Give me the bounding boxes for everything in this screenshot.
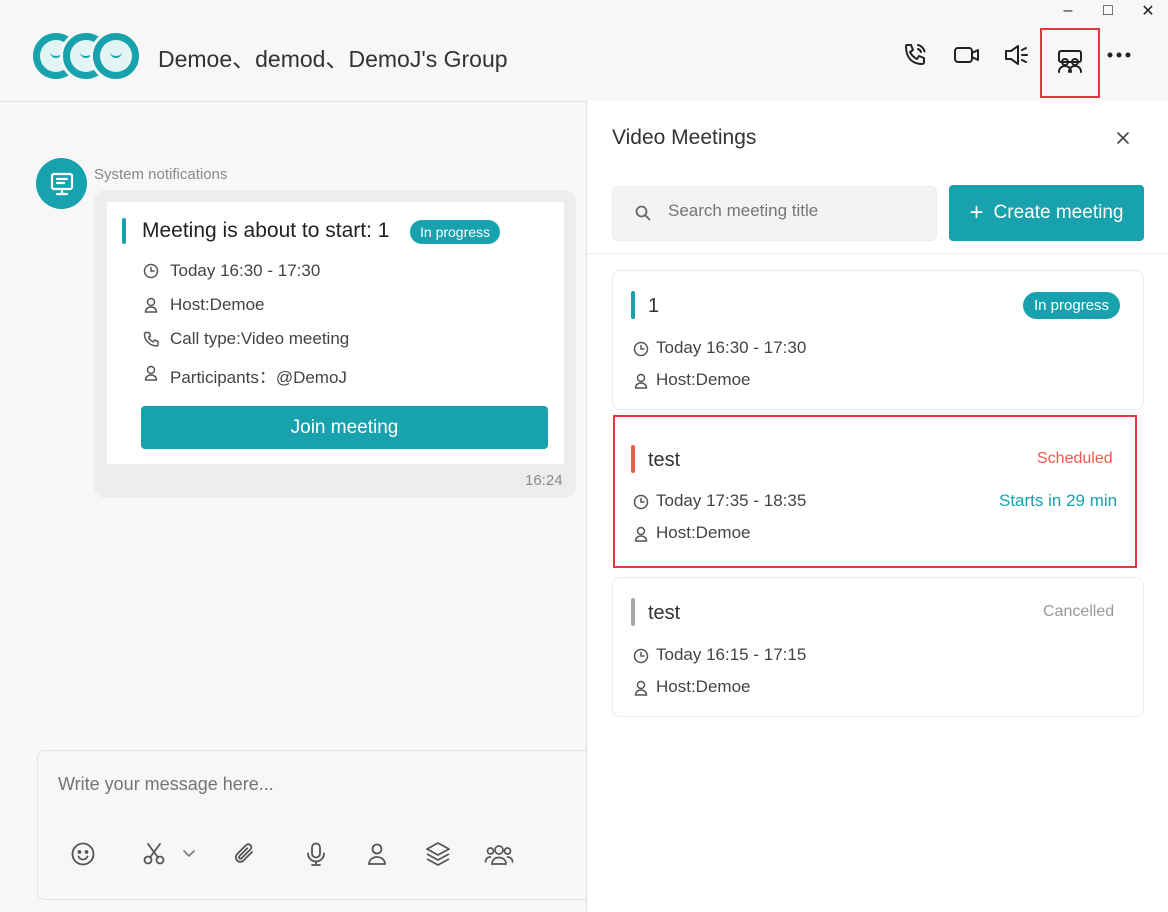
status-badge: In progress: [1023, 292, 1121, 319]
minimize-button[interactable]: –: [1048, 0, 1088, 22]
panel-title: Video Meetings: [612, 126, 757, 149]
message-timestamp: 16:24: [525, 472, 563, 489]
close-icon[interactable]: [1111, 126, 1135, 150]
clock-icon: [632, 493, 650, 511]
host-icon: [632, 679, 650, 697]
more-icon[interactable]: [1102, 36, 1136, 74]
host-icon: [632, 525, 650, 543]
maximize-button[interactable]: □: [1088, 0, 1128, 22]
meeting-time: Today 16:30 - 17:30: [656, 338, 807, 357]
group-title: Demoe、demod、DemoJ's Group: [158, 46, 508, 72]
clock-icon: [142, 262, 160, 280]
accent-bar: [122, 218, 126, 244]
participants-icon: [142, 364, 160, 382]
meeting-host: Host:Demoe: [656, 370, 751, 389]
phone-call-icon: [142, 330, 160, 348]
host-icon: [632, 372, 650, 390]
scissors-icon[interactable]: [138, 838, 170, 870]
emoji-icon[interactable]: [67, 838, 99, 870]
participants: Participants：@DemoJ: [170, 368, 347, 387]
notification-title: Meeting is about to start: 1: [142, 219, 390, 242]
message-input[interactable]: [58, 774, 578, 795]
microphone-icon[interactable]: [300, 838, 332, 870]
meeting-accent-bar: [631, 598, 635, 626]
group-icon[interactable]: [483, 838, 515, 870]
meeting-title: test: [648, 449, 681, 471]
clock-icon: [632, 340, 650, 358]
meeting-accent-bar: [631, 291, 635, 319]
meeting-title: 1: [648, 295, 660, 317]
search-input[interactable]: [668, 201, 928, 221]
layers-icon[interactable]: [422, 838, 454, 870]
starts-in-note: Starts in 29 min: [999, 491, 1118, 510]
search-icon: [634, 204, 652, 222]
status-badge: Cancelled: [1043, 603, 1115, 620]
create-meeting-button[interactable]: + Create meeting: [949, 185, 1144, 241]
status-badge: Scheduled: [1037, 450, 1113, 467]
meetings-icon: [1055, 47, 1085, 80]
speaker-icon[interactable]: [1000, 36, 1034, 74]
meeting-accent-bar: [631, 445, 635, 473]
create-meeting-label: Create meeting: [993, 202, 1124, 223]
call-type: Call type:Video meeting: [170, 329, 350, 348]
status-badge: In progress: [410, 220, 501, 244]
meeting-host: Host:Demoe: [656, 677, 751, 696]
message-composer: [37, 750, 597, 900]
meeting-host: Host:Demoe: [656, 523, 751, 542]
divider: [587, 253, 1168, 254]
meeting-time: Today 16:30 - 17:30: [170, 261, 321, 280]
phone-icon[interactable]: [898, 36, 932, 74]
meetings-button[interactable]: [1040, 28, 1100, 98]
paperclip-icon[interactable]: [229, 838, 261, 870]
meeting-time: Today 16:15 - 17:15: [656, 645, 807, 664]
host-icon: [142, 296, 160, 314]
contact-icon[interactable]: [361, 838, 393, 870]
chevron-down-icon[interactable]: [174, 838, 204, 870]
system-notifications-label: System notifications: [94, 166, 228, 183]
join-meeting-button[interactable]: Join meeting: [141, 406, 548, 449]
group-avatar[interactable]: [30, 30, 145, 82]
meeting-host: Host:Demoe: [170, 295, 265, 314]
system-notification-avatar: [36, 158, 87, 209]
plus-icon: +: [969, 199, 984, 226]
meeting-title: test: [648, 602, 681, 624]
video-camera-icon[interactable]: [950, 36, 984, 74]
close-window-button[interactable]: ✕: [1128, 0, 1168, 22]
meeting-time: Today 17:35 - 18:35: [656, 491, 807, 510]
avatar: [90, 30, 142, 82]
clock-icon: [632, 647, 650, 665]
